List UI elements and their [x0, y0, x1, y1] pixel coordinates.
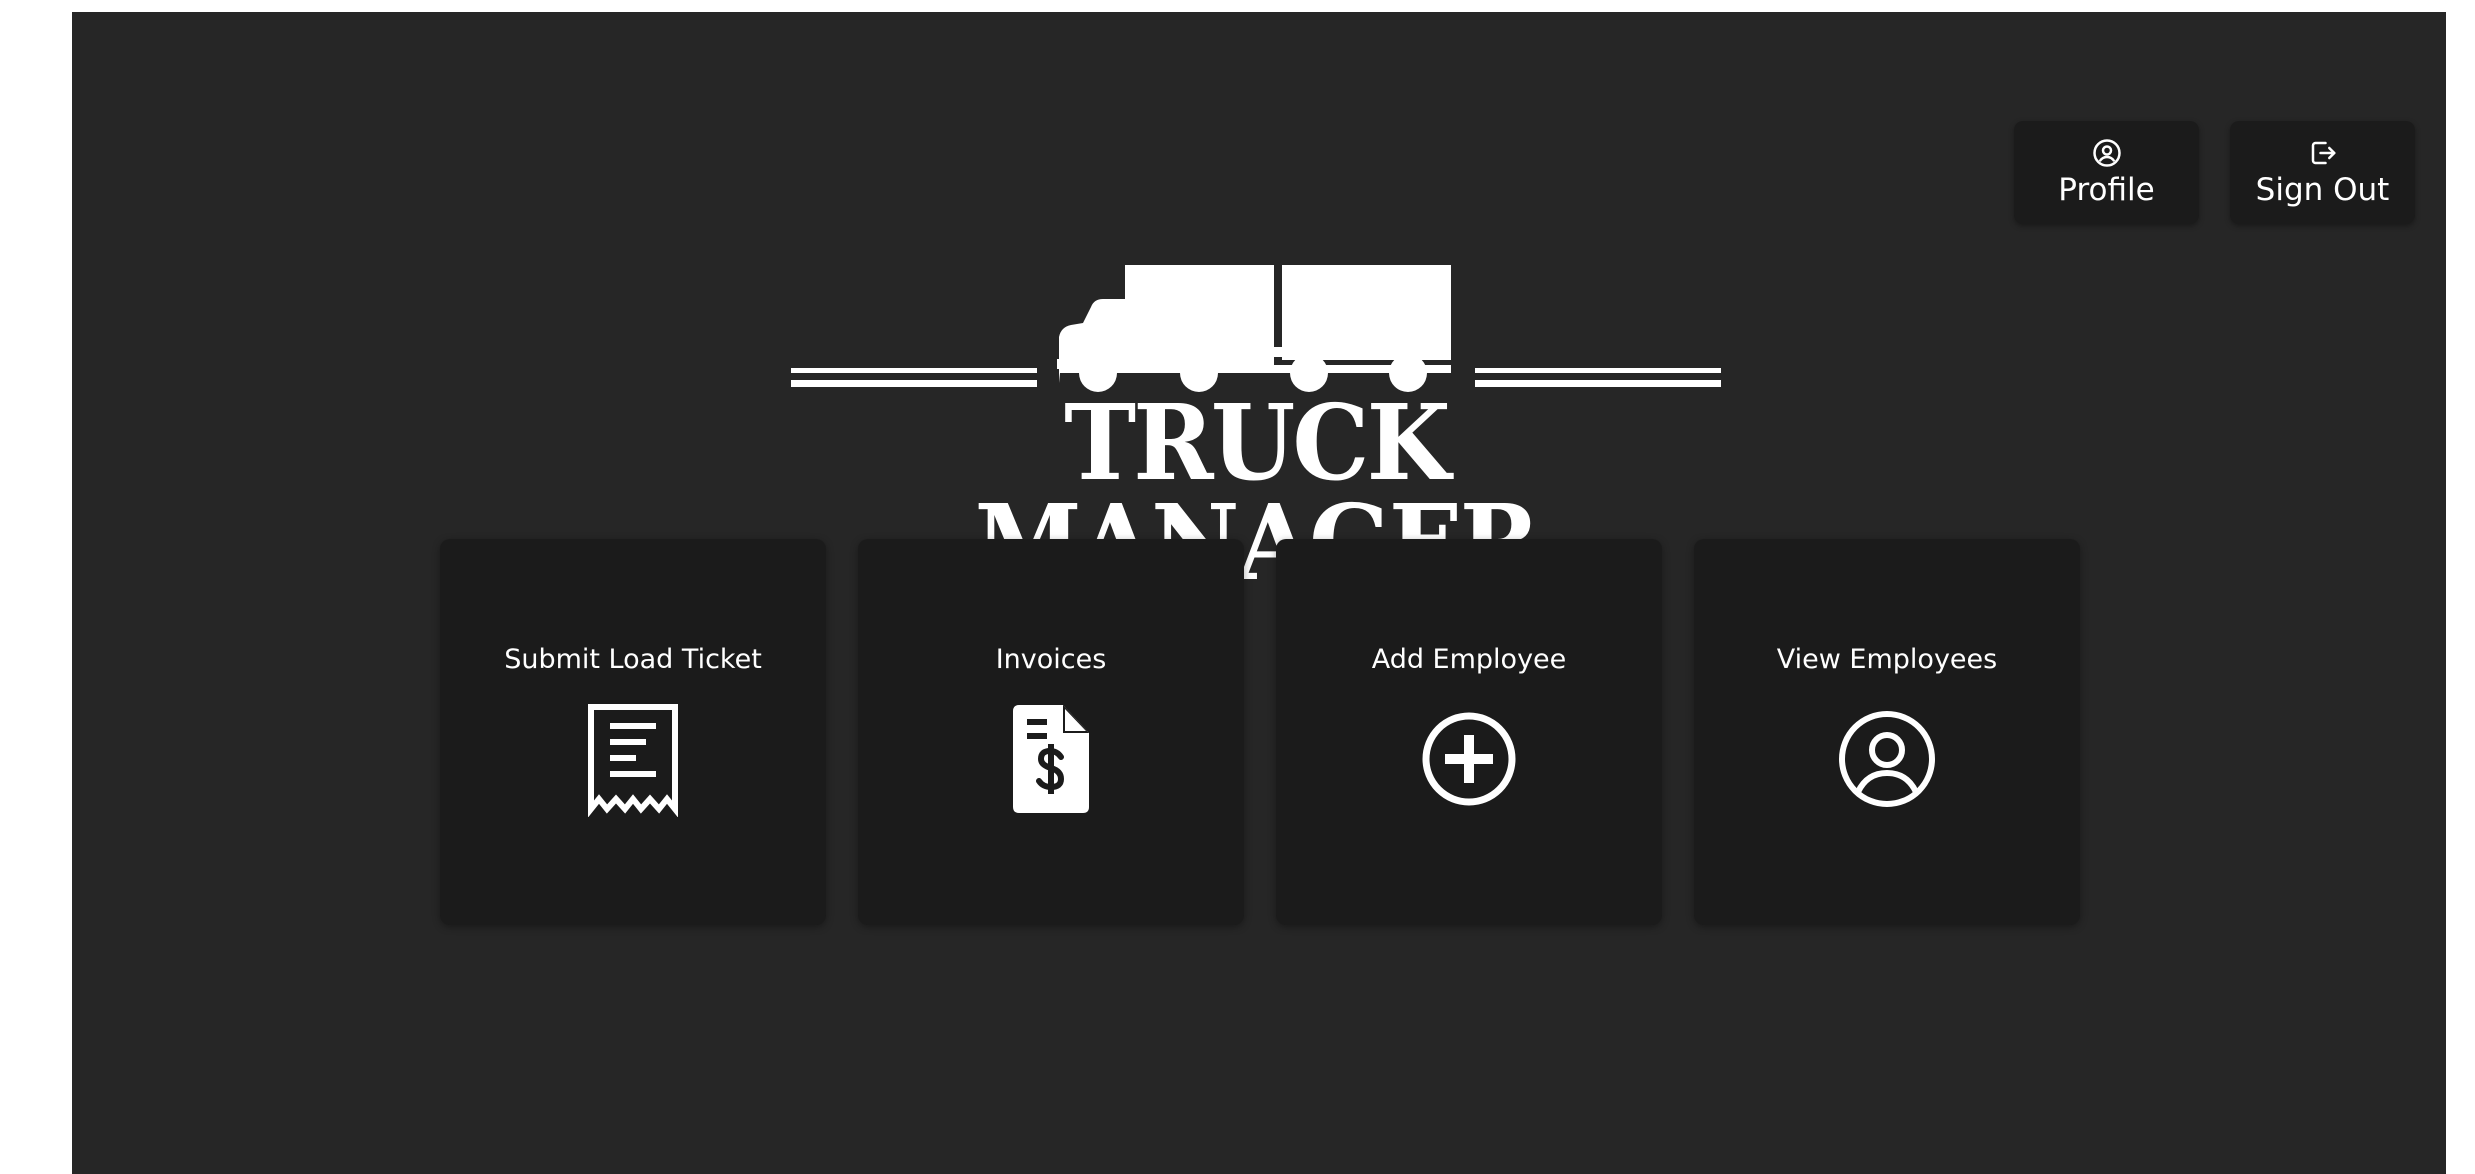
card-label: Invoices — [995, 644, 1107, 675]
card-label: Add Employee — [1371, 644, 1567, 675]
app-background: Profile Sign Out TRUCK MANAGER Submit Lo… — [72, 12, 2446, 1174]
add-employee-card[interactable]: Add Employee — [1276, 539, 1662, 925]
user-circle-icon — [2092, 138, 2121, 167]
profile-button[interactable]: Profile — [2014, 121, 2199, 224]
plus-circle-icon — [1422, 712, 1516, 806]
semi-truck-icon — [791, 265, 1721, 392]
invoice-dollar-icon — [1013, 705, 1089, 813]
view-employees-card[interactable]: View Employees — [1694, 539, 2080, 925]
receipt-icon — [588, 704, 678, 817]
sign-out-label: Sign Out — [2255, 171, 2390, 208]
card-label: Submit Load Ticket — [504, 644, 762, 675]
invoices-card[interactable]: Invoices — [858, 539, 1244, 925]
profile-label: Profile — [2058, 171, 2155, 208]
user-circle-icon — [1839, 711, 1935, 807]
sign-out-button[interactable]: Sign Out — [2230, 121, 2415, 224]
card-label: View Employees — [1776, 644, 1998, 675]
submit-load-ticket-card[interactable]: Submit Load Ticket — [440, 539, 826, 925]
sign-out-icon — [2311, 141, 2335, 164]
truck-manager-logo: TRUCK MANAGER — [791, 265, 1721, 595]
